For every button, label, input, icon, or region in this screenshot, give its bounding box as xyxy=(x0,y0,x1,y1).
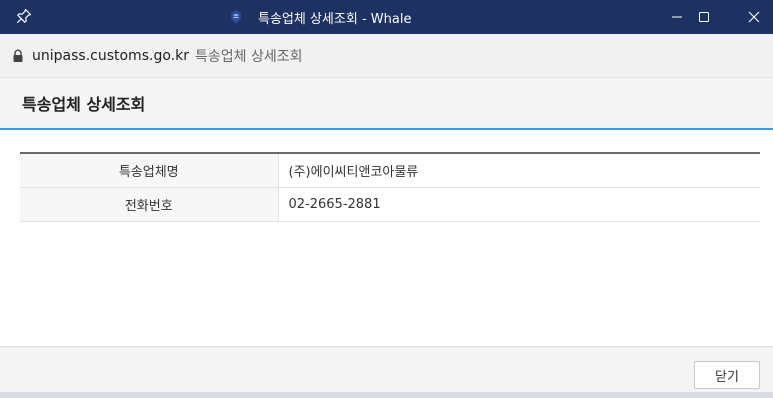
detail-table: 특송업체명 (주)에이씨티앤코아물류 전화번호 02-2665-2881 xyxy=(20,152,760,222)
phone-value: 02-2665-2881 xyxy=(278,187,760,222)
pin-icon xyxy=(16,8,32,24)
page-title: 특송업체 상세조회 xyxy=(22,95,146,114)
url-domain: unipass.customs.go.kr xyxy=(32,47,189,64)
whale-app-icon xyxy=(231,10,241,24)
maximize-button[interactable] xyxy=(682,0,726,34)
pin-button[interactable] xyxy=(12,4,36,28)
address-bar[interactable]: unipass.customs.go.kr 특송업체 상세조회 xyxy=(0,34,773,78)
company-name-label: 특송업체명 xyxy=(20,153,279,188)
window-bottom-edge xyxy=(0,392,773,398)
table-row-phone: 전화번호 02-2665-2881 xyxy=(20,187,760,222)
company-name-value: (주)에이씨티앤코아물류 xyxy=(278,153,760,188)
close-icon xyxy=(748,11,760,23)
lock-icon xyxy=(13,49,23,62)
url-page-title: 특송업체 상세조회 xyxy=(194,48,303,65)
close-button[interactable]: 닫기 xyxy=(694,361,760,389)
window-title: 특송업체 상세조회 - Whale xyxy=(258,11,412,27)
window-title-group: 특송업체 상세조회 - Whale xyxy=(228,0,411,34)
close-window-button[interactable] xyxy=(732,0,773,34)
window-titlebar: 특송업체 상세조회 - Whale xyxy=(0,0,773,34)
table-row-company-name: 특송업체명 (주)에이씨티앤코아물류 xyxy=(20,153,760,188)
phone-label: 전화번호 xyxy=(20,187,279,222)
page-header: 특송업체 상세조회 xyxy=(0,78,773,130)
footer-bar: 닫기 xyxy=(0,346,773,392)
maximize-icon xyxy=(699,12,709,22)
